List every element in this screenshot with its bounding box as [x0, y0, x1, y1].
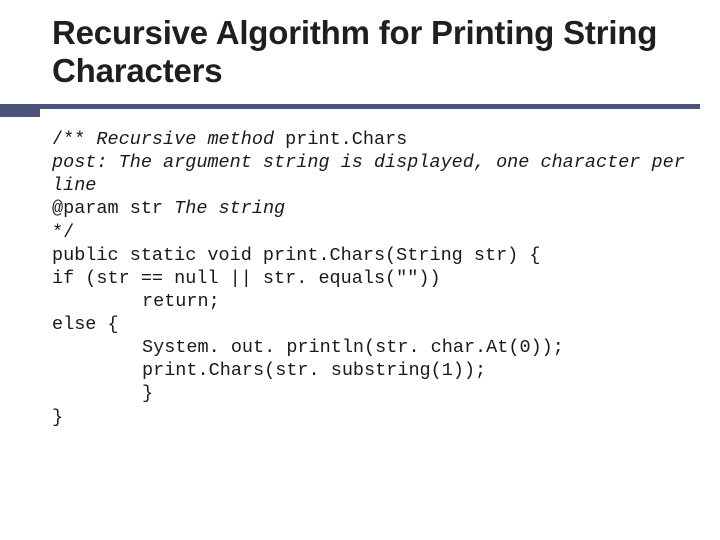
slide: Recursive Algorithm for Printing String …	[0, 0, 720, 540]
code-line-8: else {	[52, 314, 119, 335]
code-line-3c: The string	[174, 198, 285, 219]
code-line-7: return;	[142, 291, 220, 312]
code-line-2: post: The argument string is displayed, …	[52, 152, 696, 196]
code-line-5: public static void print.Chars(String st…	[52, 245, 540, 266]
code-line-4: */	[52, 222, 74, 243]
code-line-1a: /**	[52, 129, 96, 150]
code-line-11: }	[142, 383, 153, 404]
title-block: Recursive Algorithm for Printing String …	[0, 0, 720, 90]
code-line-3a: @param	[52, 198, 130, 219]
code-line-1c: print.Chars	[274, 129, 407, 150]
underline-bar	[0, 104, 700, 109]
code-line-9: System. out. println(str. char.At(0));	[142, 337, 564, 358]
accent-block	[0, 104, 40, 117]
code-line-1b: Recursive method	[96, 129, 274, 150]
title-underline	[0, 104, 720, 118]
code-line-12: }	[52, 407, 63, 428]
code-line-6: if (str == null || str. equals(""))	[52, 268, 441, 289]
code-line-3b: str	[130, 198, 174, 219]
slide-title: Recursive Algorithm for Printing String …	[52, 14, 700, 90]
code-line-10: print.Chars(str. substring(1));	[142, 360, 486, 381]
code-body: /** Recursive method print.Chars post: T…	[52, 128, 690, 429]
